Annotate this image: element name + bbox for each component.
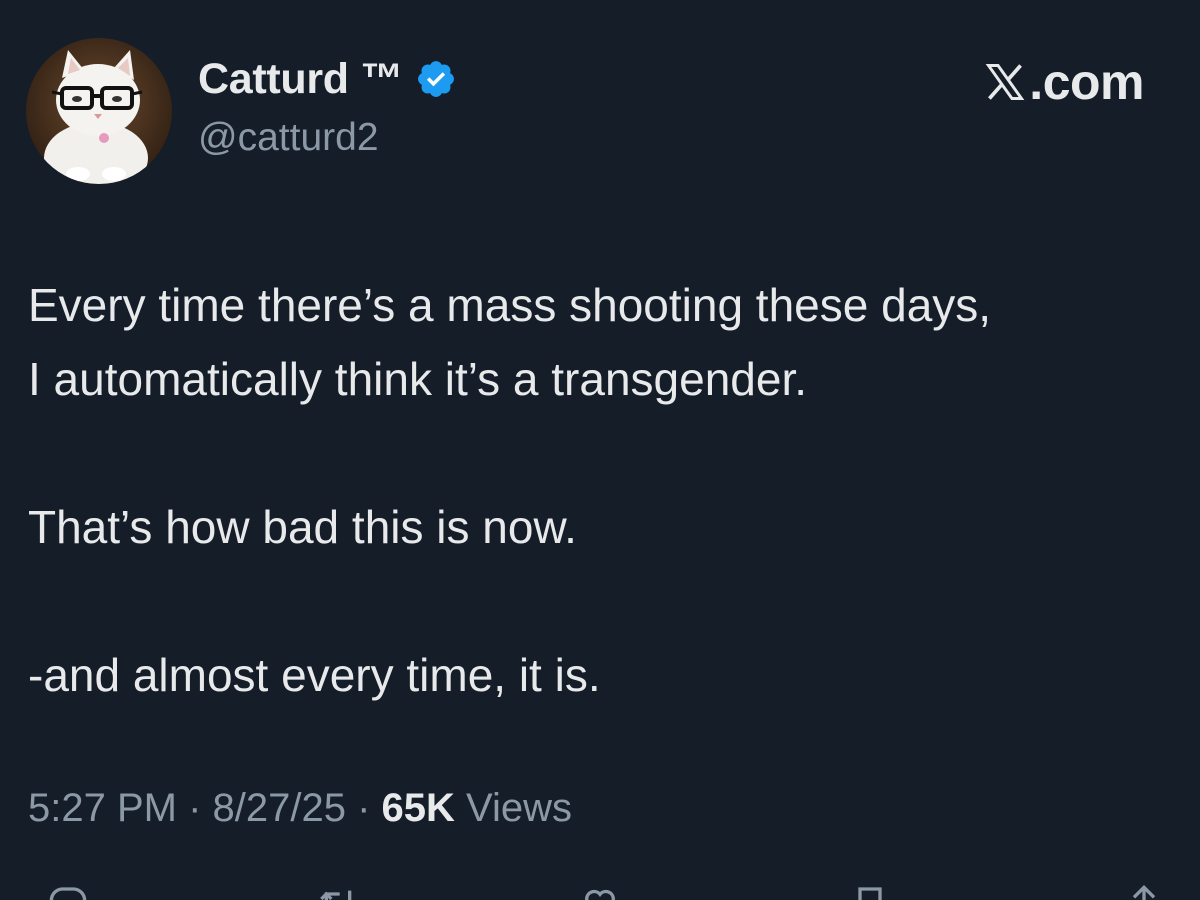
tweet-line: I automatically think it’s a transgender…: [28, 353, 808, 405]
tweet-line: -and almost every time, it is.: [28, 649, 601, 701]
repost-icon[interactable]: [318, 884, 358, 900]
action-bar: [0, 884, 1200, 900]
meta-separator: ·: [345, 786, 382, 830]
views-count: 65K: [381, 786, 455, 830]
tweet-time[interactable]: 5:27 PM: [28, 786, 177, 830]
cat-with-glasses-avatar: [26, 38, 172, 184]
share-icon[interactable]: [1124, 884, 1164, 900]
tweet-line: That’s how bad this is now.: [28, 501, 577, 553]
author-handle[interactable]: @catturd2: [198, 116, 379, 160]
tweet-meta: 5:27 PM · 8/27/25 · 65K Views: [28, 786, 572, 831]
avatar[interactable]: [26, 38, 172, 184]
tweet-text: Every time there’s a mass shooting these…: [28, 268, 1178, 712]
meta-separator: ·: [176, 786, 213, 830]
views-label: Views: [454, 786, 573, 830]
like-icon[interactable]: [580, 884, 620, 900]
site-domain: .com: [1029, 54, 1144, 110]
reply-icon[interactable]: [48, 884, 88, 900]
author-name-row: Catturd ™: [198, 54, 457, 104]
tweet-date[interactable]: 8/27/25: [213, 786, 346, 830]
tweet-line: Every time there’s a mass shooting these…: [28, 279, 992, 331]
site-label: .com: [983, 54, 1144, 110]
x-logo-icon: [985, 64, 1025, 100]
verified-badge-icon: [418, 61, 455, 97]
bookmark-icon[interactable]: [850, 884, 890, 900]
display-name[interactable]: Catturd ™: [198, 55, 403, 104]
